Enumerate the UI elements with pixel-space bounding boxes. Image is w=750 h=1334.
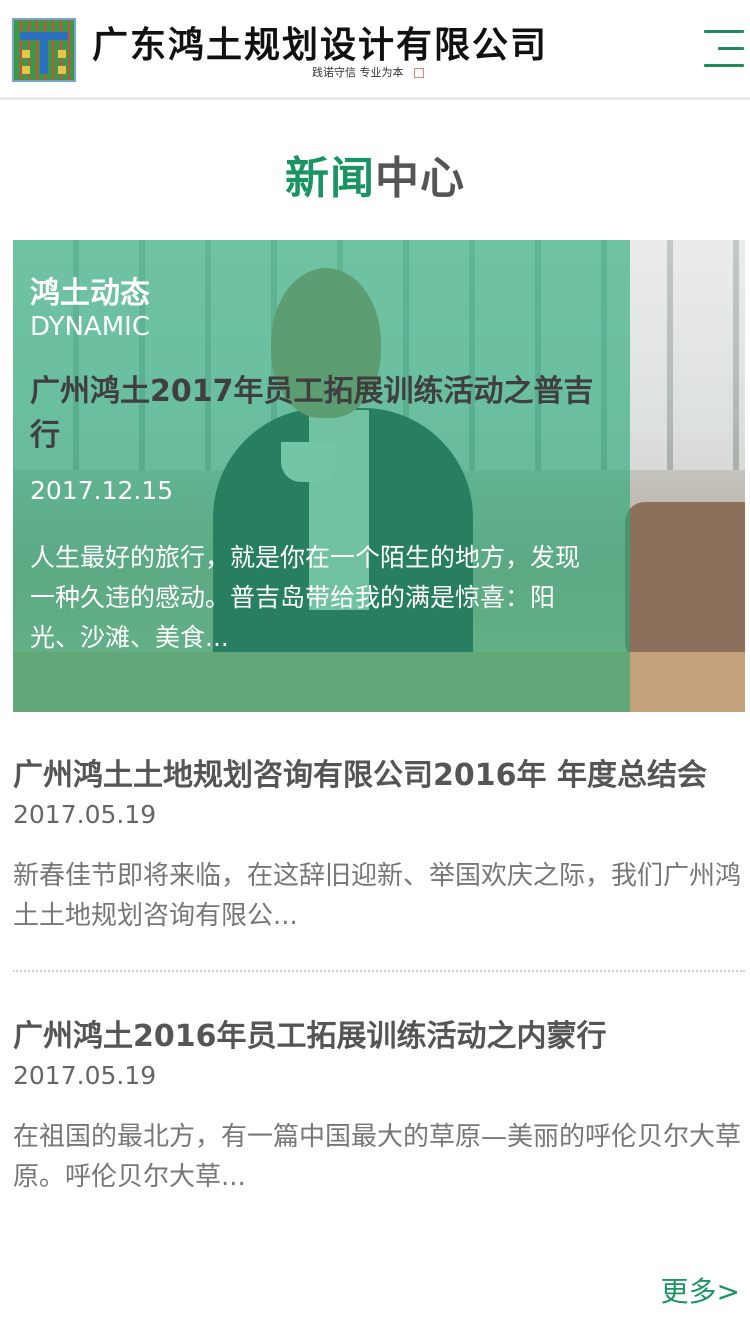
featured-news-title[interactable]: 广州鸿土2017年员工拓展训练活动之普吉行 [30,370,600,458]
news-title[interactable]: 广州鸿土2016年员工拓展训练活动之内蒙行 [13,1017,745,1057]
company-name: 广东鸿土规划设计有限公司 [92,24,549,66]
news-summary: 新春佳节即将来临，在这辞旧迎新、举国欢庆之际，我们广州鸿土土地规划咨询有限公..… [13,861,742,931]
news-date: 2017.05.19 [13,1061,157,1090]
news-date: 2017.05.19 [13,800,157,829]
company-slogan: 践诺守信 专业为本 [312,64,424,80]
featured-news-card[interactable]: 鸿土动态 DYNAMIC 广州鸿土2017年员工拓展训练活动之普吉行 2017.… [13,240,745,712]
hamburger-menu-icon[interactable] [704,28,744,70]
news-list-item[interactable]: 广州鸿土土地规划咨询有限公司2016年 年度总结会 2017.05.19 新春佳… [13,756,745,936]
featured-category: 鸿土动态 [30,276,150,311]
divider [13,970,745,972]
news-title[interactable]: 广州鸿土土地规划咨询有限公司2016年 年度总结会 [13,756,745,796]
company-logo-icon[interactable] [12,18,76,82]
more-link[interactable]: 更多> [661,1270,740,1310]
featured-news-summary: 人生最好的旅行，就是你在一个陌生的地方，发现一种久违的感动。普吉岛带给我的满是惊… [30,543,581,652]
page-title: 新闻中心 [0,142,750,206]
page-title-rest: 中心 [375,153,465,204]
news-summary: 在祖国的最北方，有一篇中国最大的草原—美丽的呼伦贝尔大草原。呼伦贝尔大草... [13,1122,742,1192]
featured-category-en: DYNAMIC [30,312,150,342]
featured-news-date: 2017.12.15 [30,476,174,505]
page-title-highlight: 新闻 [285,153,375,204]
news-list-item[interactable]: 广州鸿土2016年员工拓展训练活动之内蒙行 2017.05.19 在祖国的最北方… [13,1017,745,1197]
header: 广东鸿土规划设计有限公司 践诺守信 专业为本 [0,0,750,100]
